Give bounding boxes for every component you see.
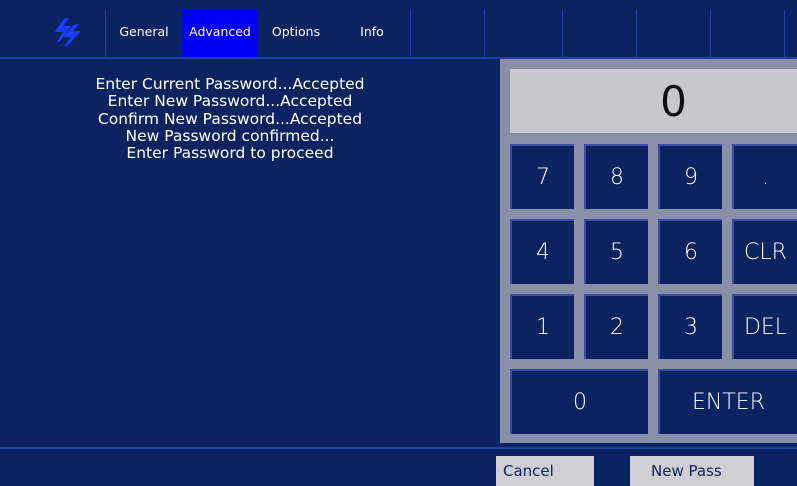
tab-label: Info <box>360 24 384 39</box>
key-9[interactable]: 9 <box>658 144 722 209</box>
key-delete[interactable]: DEL <box>732 294 797 359</box>
new-pass-button[interactable]: New Pass <box>630 456 754 486</box>
tab-advanced[interactable]: Advanced <box>182 10 258 57</box>
status-messages: Enter Current Password...Accepted Enter … <box>0 75 460 163</box>
tab-label: General <box>119 24 169 39</box>
status-message: Enter Current Password...Accepted <box>95 75 365 93</box>
key-6[interactable]: 6 <box>658 219 722 284</box>
key-7[interactable]: 7 <box>510 144 574 209</box>
status-message: New Password confirmed... <box>125 126 335 145</box>
key-2[interactable]: 2 <box>584 294 648 359</box>
top-bar-divider <box>784 10 785 57</box>
tab-options[interactable]: Options <box>258 10 334 57</box>
top-bar-divider <box>410 10 411 57</box>
keypad-display: 0 <box>510 69 797 133</box>
tab-label: Options <box>271 24 321 39</box>
bottom-bar-separator <box>0 447 797 449</box>
key-clear[interactable]: CLR <box>732 219 797 284</box>
key-0[interactable]: 0 <box>510 369 648 434</box>
status-message: Enter Password to proceed <box>126 144 334 163</box>
key-enter[interactable]: ENTER <box>658 369 797 434</box>
cancel-button[interactable]: Cancel <box>496 456 594 486</box>
top-bar-divider <box>484 10 485 57</box>
top-bar-divider <box>710 10 711 57</box>
top-bar-divider <box>636 10 637 57</box>
top-bar-divider <box>562 10 563 57</box>
tab-label: Advanced <box>189 24 251 39</box>
key-3[interactable]: 3 <box>658 294 722 359</box>
tab-info[interactable]: Info <box>334 10 410 57</box>
key-4[interactable]: 4 <box>510 219 574 284</box>
key-decimal[interactable]: . <box>732 144 797 209</box>
status-message: Enter New Password...Accepted <box>107 92 353 111</box>
key-8[interactable]: 8 <box>584 144 648 209</box>
key-1[interactable]: 1 <box>510 294 574 359</box>
key-5[interactable]: 5 <box>584 219 648 284</box>
tab-general[interactable]: General <box>106 10 182 57</box>
status-message: Confirm New Password...Accepted <box>97 109 363 128</box>
lightning-logo-icon <box>55 18 81 46</box>
